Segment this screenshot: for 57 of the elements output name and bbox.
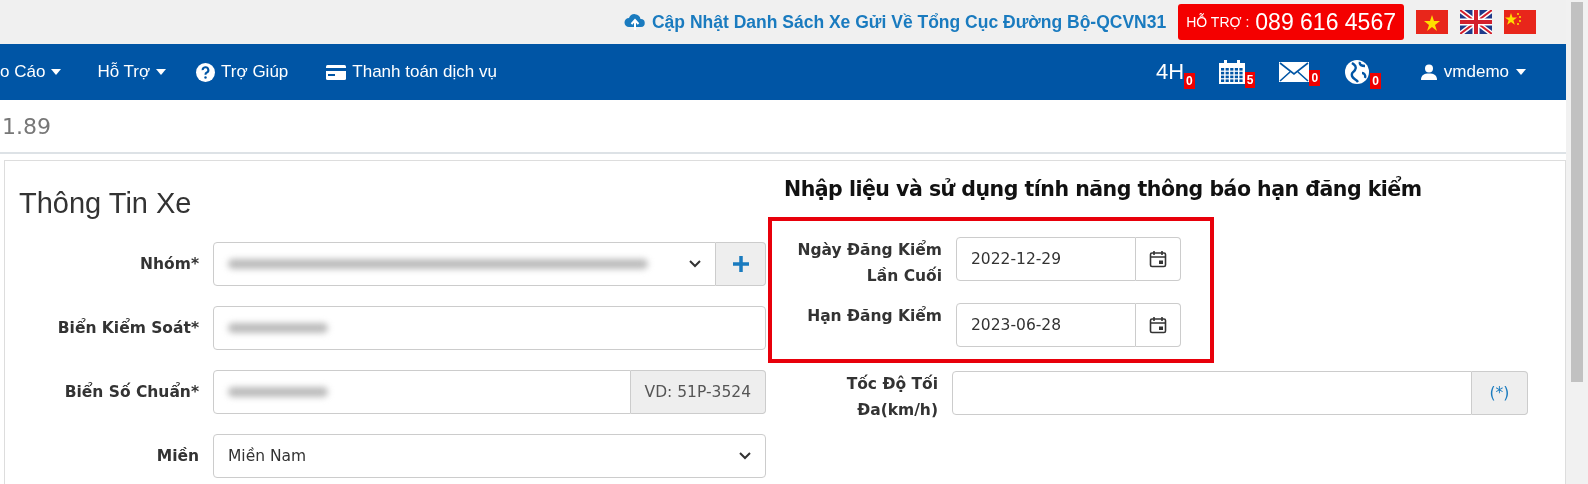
support-phone: 089 616 4567 — [1255, 8, 1396, 36]
select-field[interactable]: Miền Nam — [213, 434, 766, 478]
field-label: Hạn Đăng Kiểm — [806, 305, 943, 327]
scrollbar-thumb[interactable] — [1571, 2, 1583, 382]
flag-icon[interactable] — [1460, 10, 1492, 34]
chevron-down-icon — [689, 260, 701, 268]
caret-icon — [51, 69, 62, 75]
plus-icon — [732, 256, 749, 272]
support-label: HỖ TRỢ : — [1186, 14, 1250, 30]
date-field[interactable]: 2022-12-29 — [956, 237, 1136, 281]
count-badge: 0 — [1309, 70, 1321, 86]
field-label: Ngày Đăng Kiểm Lần Cuối — [796, 239, 943, 287]
add-button[interactable] — [716, 242, 766, 286]
globe-icon — [1344, 59, 1371, 85]
credit-card-icon — [326, 64, 347, 80]
date-field[interactable]: 2023-06-28 — [956, 303, 1136, 347]
update-link[interactable]: Cập Nhật Danh Sách Xe Gửi Về Tổng Cục Đường Bộ-QCVN31 — [623, 11, 1167, 33]
counter-label: 4H — [1155, 59, 1185, 85]
calendar-icon — [1149, 250, 1167, 268]
field-label: Miền — [155, 446, 200, 467]
user-icon — [1420, 64, 1437, 80]
support-hotline[interactable]: HỖ TRỢ : 089 616 4567 — [1178, 4, 1404, 40]
envelope-icon — [1279, 62, 1310, 82]
count-badge: 5 — [1244, 72, 1256, 88]
input-field[interactable] — [213, 370, 631, 414]
chevron-down-icon — [739, 452, 751, 460]
field-label: Biển Số Chuẩn* — [63, 381, 200, 403]
calendar-icon — [1149, 316, 1167, 334]
nav-item[interactable]: o Cáo — [0, 62, 62, 82]
field-label: Tốc Độ Tối Đa(km/h) — [845, 373, 939, 421]
required-hint: (*) — [1472, 371, 1528, 415]
cloud-upload-icon — [623, 13, 646, 31]
scrollbar[interactable] — [1566, 0, 1588, 484]
section-title: Thông Tin Xe — [19, 187, 193, 220]
field-label: Biển Kiểm Soát* — [56, 317, 200, 339]
select-field[interactable] — [213, 242, 716, 286]
count-badge: 0 — [1370, 73, 1381, 89]
nav-item[interactable]: Trợ Giúp — [196, 62, 289, 82]
calendar-icon — [1218, 60, 1245, 84]
field-value: 2023-06-28 — [971, 316, 1062, 334]
nav-item[interactable]: Hỗ Trợ — [97, 62, 167, 82]
caret-icon — [156, 69, 167, 75]
user-menu[interactable]: vmdemo — [1420, 62, 1526, 82]
version-text: 1.89 — [2, 113, 51, 139]
input-field[interactable] — [213, 306, 766, 350]
field-value: 2022-12-29 — [971, 250, 1062, 268]
field-label: Nhóm* — [139, 254, 200, 275]
field-value: Miền Nam — [228, 447, 307, 465]
caret-icon — [1516, 69, 1526, 75]
section-heading: Nhập liệu và sử dụng tính năng thông báo hạn đăng kiểm — [784, 177, 1423, 201]
help-icon — [196, 62, 216, 82]
input-field[interactable] — [952, 371, 1472, 415]
calendar-button[interactable] — [1136, 237, 1181, 281]
calendar-button[interactable] — [1136, 303, 1181, 347]
count-badge: 0 — [1184, 73, 1195, 89]
nav-item[interactable]: Thanh toán dịch vụ — [326, 62, 497, 82]
input-hint: VD: 51P-3524 — [630, 370, 766, 414]
